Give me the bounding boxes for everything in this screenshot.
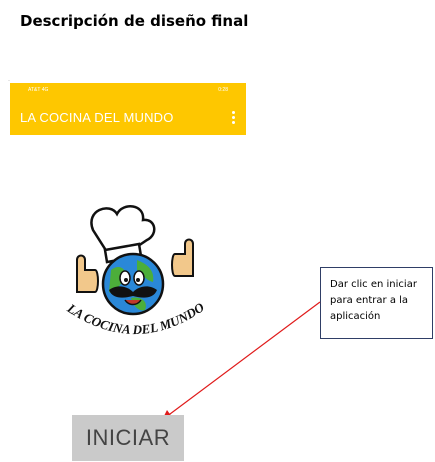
instruction-callout: Dar clic en iniciar para entrar a la apl… — [320, 267, 433, 339]
app-title: LA COCINA DEL MUNDO — [20, 110, 174, 125]
more-vert-icon[interactable] — [232, 111, 236, 125]
status-right: 0:28 — [218, 87, 228, 93]
app-bar: AT&T 4G 0:28 LA COCINA DEL MUNDO — [10, 83, 246, 135]
chef-hat-icon — [90, 205, 156, 264]
document-title: Descripción de diseño final — [20, 12, 249, 30]
start-button[interactable]: INICIAR — [72, 415, 184, 461]
status-bar: AT&T 4G 0:28 — [10, 83, 246, 97]
status-left: AT&T 4G — [28, 87, 49, 93]
chef-globe-logo: LA COCINA DEL MUNDO — [64, 205, 207, 337]
